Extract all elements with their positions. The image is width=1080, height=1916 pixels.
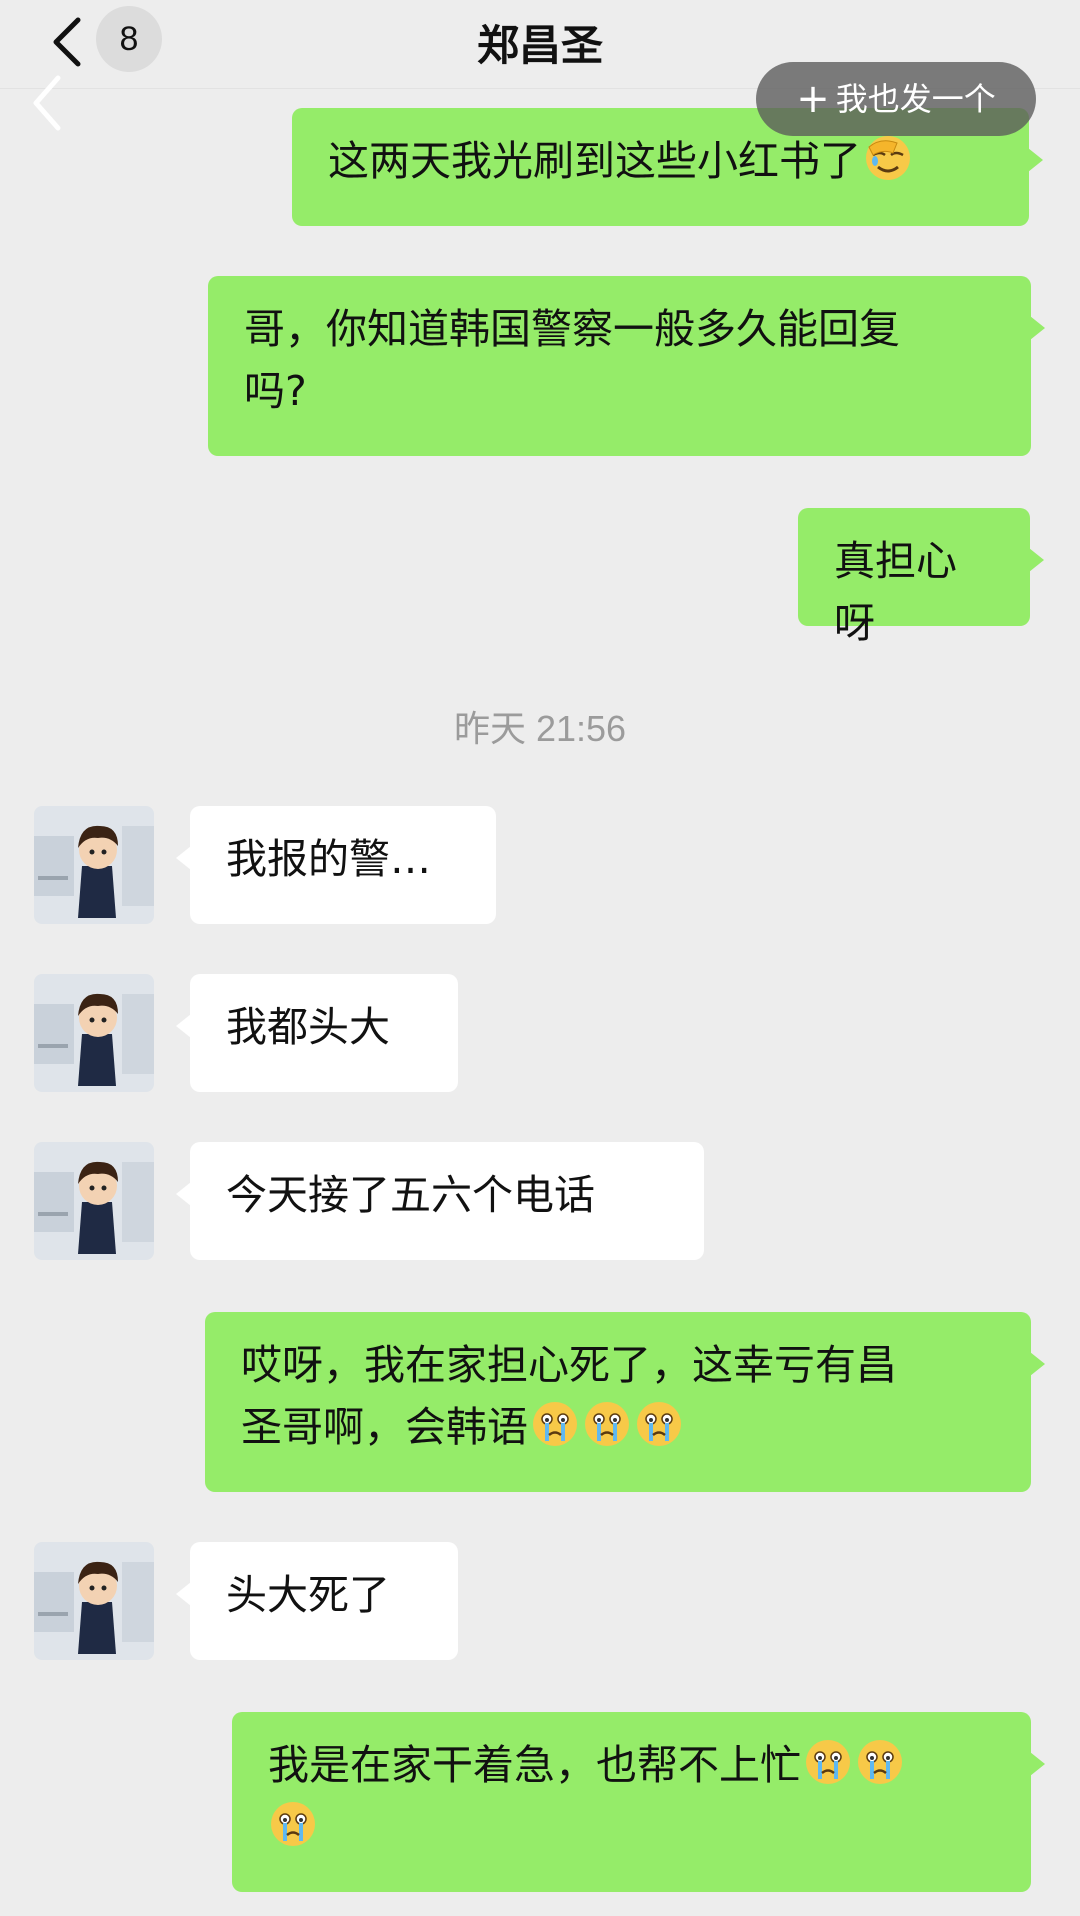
crying-emoji-icon [271, 1802, 315, 1846]
message-text: 我都头大 [226, 1003, 390, 1051]
message-text-line: 哎呀，我在家担心死了，这幸亏有昌 [241, 1341, 897, 1389]
message-text-line: 吗? [244, 367, 307, 415]
message-text: 这两天我光刷到这些小红书了 [328, 137, 861, 185]
message-text: 我是在家干着急，也帮不上忙 [268, 1741, 801, 1789]
person-avatar-icon [34, 1142, 154, 1260]
contact-avatar[interactable] [34, 806, 154, 924]
me-too-label: 我也发一个 [835, 80, 996, 118]
contact-avatar[interactable] [34, 1542, 154, 1660]
facepalm-emoji-icon [866, 136, 910, 180]
received-message-bubble[interactable]: 今天接了五六个电话 [176, 1142, 704, 1260]
received-message-bubble[interactable]: 头大死了 [176, 1542, 458, 1660]
sent-message-bubble[interactable]: 哥，你知道韩国警察一般多久能回复 吗? [208, 276, 1045, 456]
received-message-bubble[interactable]: 我都头大 [176, 974, 458, 1092]
received-message-bubble[interactable]: 我报的警… [176, 806, 496, 924]
message-text: 圣哥啊，会韩语 [241, 1403, 528, 1451]
sent-message-bubble[interactable]: 我是在家干着急，也帮不上忙 [232, 1712, 1045, 1892]
message-text-line: 圣哥啊，会韩语 [241, 1396, 995, 1458]
message-text-line [268, 1796, 995, 1858]
contact-avatar[interactable] [34, 974, 154, 1092]
crying-emoji-icon [858, 1740, 902, 1784]
message-text: 今天接了五六个电话 [226, 1171, 595, 1219]
crying-emoji-icon [533, 1402, 577, 1446]
person-avatar-icon [34, 806, 154, 924]
message-text-line: 我是在家干着急，也帮不上忙 [268, 1734, 995, 1796]
message-text: 头大死了 [226, 1571, 390, 1619]
crying-emoji-icon [637, 1402, 681, 1446]
message-text: 真担心呀 [834, 537, 957, 647]
sent-message-bubble[interactable]: 哎呀，我在家担心死了，这幸亏有昌 圣哥啊，会韩语 [205, 1312, 1045, 1492]
person-avatar-icon [34, 1542, 154, 1660]
crying-emoji-icon [806, 1740, 850, 1784]
crying-emoji-icon [585, 1402, 629, 1446]
message-text: 我报的警… [226, 835, 431, 883]
message-text-line: 哥，你知道韩国警察一般多久能回复 [244, 305, 900, 353]
message-timestamp: 昨天 21:56 [453, 708, 627, 749]
me-too-button[interactable]: + 我也发一个 [756, 62, 1036, 136]
overlay-back-icon[interactable] [28, 70, 68, 136]
person-avatar-icon [34, 974, 154, 1092]
plus-icon: + [796, 76, 830, 122]
contact-avatar[interactable] [34, 1142, 154, 1260]
sent-message-bubble[interactable]: 真担心呀 [798, 508, 1044, 647]
